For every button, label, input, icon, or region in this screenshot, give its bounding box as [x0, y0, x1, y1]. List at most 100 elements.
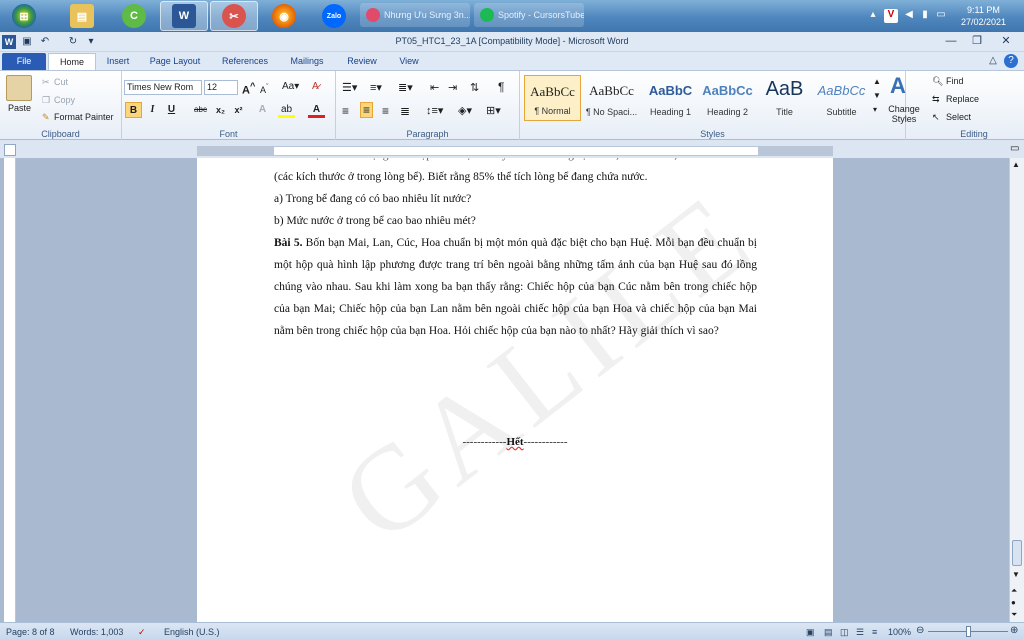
replace-button[interactable]: Replace: [946, 94, 979, 104]
page-count[interactable]: Page: 8 of 8: [6, 627, 55, 637]
bullets-icon[interactable]: ☰▾: [342, 81, 357, 94]
restore-button[interactable]: ❐: [964, 32, 990, 50]
zoom-out-icon[interactable]: ⊖: [916, 625, 924, 636]
paste-button[interactable]: Paste: [8, 103, 31, 113]
zoom-in-icon[interactable]: ⊕: [1010, 625, 1018, 636]
styles-gallery-scroll-icon[interactable]: ▲ ▼ ▾: [873, 75, 881, 117]
close-button[interactable]: ✕: [990, 32, 1022, 50]
scroll-down-icon[interactable]: ▼: [1012, 570, 1020, 579]
taskbar-window-1[interactable]: Nhưng Ưu Sưng 3n...: [360, 3, 470, 27]
speaker-icon[interactable]: ◀: [902, 9, 916, 23]
format-painter-button[interactable]: Format Painter: [54, 112, 114, 122]
vertical-scrollbar[interactable]: ▲ ▼ ⏶ ● ⏷: [1009, 158, 1024, 622]
sort-icon[interactable]: ⇅: [470, 81, 479, 94]
grow-font-icon[interactable]: A^: [242, 81, 255, 97]
tab-view[interactable]: View: [392, 53, 426, 70]
taskbar-firefox[interactable]: ◉: [260, 1, 308, 31]
taskbar-word[interactable]: W: [160, 1, 208, 31]
copy-button[interactable]: Copy: [54, 95, 75, 105]
change-case-icon[interactable]: Aa▾: [282, 81, 299, 92]
print-layout-view-icon[interactable]: ▣: [806, 627, 815, 638]
shading-icon[interactable]: ◈▾: [458, 104, 472, 117]
zoom-slider-thumb[interactable]: [966, 626, 971, 637]
select-browse-object-icon[interactable]: ●: [1011, 598, 1016, 607]
style-heading-1[interactable]: AaBbC Heading 1: [642, 75, 699, 121]
numbering-icon[interactable]: ≡▾: [370, 81, 382, 94]
bold-button[interactable]: B: [125, 102, 142, 118]
underline-button[interactable]: U: [163, 102, 180, 118]
clock[interactable]: 9:11 PM 27/02/2021: [961, 4, 1006, 28]
word-count[interactable]: Words: 1,003: [70, 627, 123, 637]
style-normal[interactable]: AaBbCc ¶ Normal: [524, 75, 581, 121]
taskbar-window-2[interactable]: Spotify - CursorsTubes: [474, 3, 584, 27]
tab-mailings[interactable]: Mailings: [282, 53, 332, 70]
tab-file[interactable]: File: [2, 53, 46, 70]
taskbar-explorer[interactable]: ▤: [58, 1, 106, 31]
minimize-button[interactable]: —: [938, 32, 964, 50]
minimize-ribbon-icon[interactable]: △: [986, 54, 1000, 68]
justify-icon[interactable]: ≣: [400, 104, 410, 118]
superscript-button[interactable]: x²: [230, 102, 247, 118]
increase-indent-icon[interactable]: ⇥: [448, 81, 457, 94]
taskbar-zalo[interactable]: Zalo: [310, 1, 358, 31]
style-subtitle[interactable]: AaBbCc Subtitle: [813, 75, 870, 121]
align-center-icon[interactable]: ≡: [360, 102, 374, 118]
strikethrough-button[interactable]: abc: [192, 102, 209, 118]
change-styles-button[interactable]: Change Styles: [884, 104, 924, 124]
tab-selector[interactable]: [4, 144, 16, 156]
tab-insert[interactable]: Insert: [100, 53, 136, 70]
borders-icon[interactable]: ⊞▾: [486, 104, 501, 117]
find-button[interactable]: Find: [946, 76, 964, 86]
style-no-spacing[interactable]: AaBbCc ¶ No Spaci...: [583, 75, 640, 121]
italic-button[interactable]: I: [144, 102, 161, 118]
decrease-indent-icon[interactable]: ⇤: [430, 81, 439, 94]
full-screen-reading-icon[interactable]: ▤: [824, 627, 833, 638]
horizontal-ruler[interactable]: [197, 146, 833, 156]
draft-view-icon[interactable]: ≡: [872, 627, 877, 637]
taskbar-coccoc[interactable]: C: [110, 1, 158, 31]
show-formatting-marks-icon[interactable]: ¶: [498, 80, 504, 94]
font-name-combo[interactable]: Times New Rom: [124, 80, 202, 95]
tab-review[interactable]: Review: [340, 53, 384, 70]
show-hidden-icons-icon[interactable]: ▴: [866, 9, 880, 23]
help-icon[interactable]: ?: [1004, 54, 1018, 68]
shrink-font-icon[interactable]: Aˇ: [260, 82, 269, 95]
web-layout-icon[interactable]: ◫: [840, 627, 849, 638]
network-icon[interactable]: ▮: [918, 9, 932, 23]
proofing-icon[interactable]: ✓: [138, 627, 146, 638]
next-page-icon[interactable]: ⏷: [1011, 610, 1017, 620]
document-page[interactable]: GALILE Bài 4. Một bể nước dạng hình hộp …: [197, 158, 833, 622]
view-ruler-icon[interactable]: ▭: [1010, 143, 1019, 154]
previous-page-icon[interactable]: ⏶: [1011, 586, 1017, 596]
highlight-color-icon[interactable]: ab: [278, 102, 295, 118]
tab-home[interactable]: Home: [48, 53, 96, 70]
multilevel-list-icon[interactable]: ≣▾: [398, 81, 413, 94]
subscript-button[interactable]: x₂: [212, 102, 229, 118]
text-effects-icon[interactable]: A: [254, 102, 271, 118]
tab-page-layout[interactable]: Page Layout: [144, 53, 206, 70]
taskbar-snipping-tool[interactable]: ✂: [210, 1, 258, 31]
align-left-icon[interactable]: ≡: [342, 104, 349, 118]
font-size-combo[interactable]: 12: [204, 80, 238, 95]
scroll-up-icon[interactable]: ▲: [1012, 160, 1020, 169]
select-button[interactable]: Select: [946, 112, 971, 122]
battery-icon[interactable]: ▭: [934, 9, 948, 23]
align-right-icon[interactable]: ≡: [382, 104, 389, 118]
outline-view-icon[interactable]: ☰: [856, 627, 864, 638]
line-spacing-icon[interactable]: ↕≡▾: [426, 104, 443, 117]
vertical-ruler[interactable]: [4, 158, 16, 622]
tab-references[interactable]: References: [216, 53, 274, 70]
zoom-level[interactable]: 100%: [888, 627, 911, 637]
document-body[interactable]: Bài 4. Một bể nước dạng hình hộp chữ nhậ…: [274, 158, 757, 342]
clear-formatting-icon[interactable]: A̷: [312, 81, 319, 92]
style-title[interactable]: AaB Title: [756, 75, 813, 121]
style-heading-2[interactable]: AaBbCc Heading 2: [699, 75, 756, 121]
start-button[interactable]: ⊞: [0, 1, 48, 31]
antivirus-icon[interactable]: V: [884, 9, 898, 23]
paste-icon[interactable]: [6, 75, 32, 101]
language[interactable]: English (U.S.): [164, 627, 220, 637]
font-color-icon[interactable]: A: [308, 102, 325, 118]
cut-button[interactable]: Cut: [54, 77, 68, 87]
scrollbar-thumb[interactable]: [1012, 540, 1022, 566]
change-styles-icon[interactable]: A: [890, 73, 906, 99]
